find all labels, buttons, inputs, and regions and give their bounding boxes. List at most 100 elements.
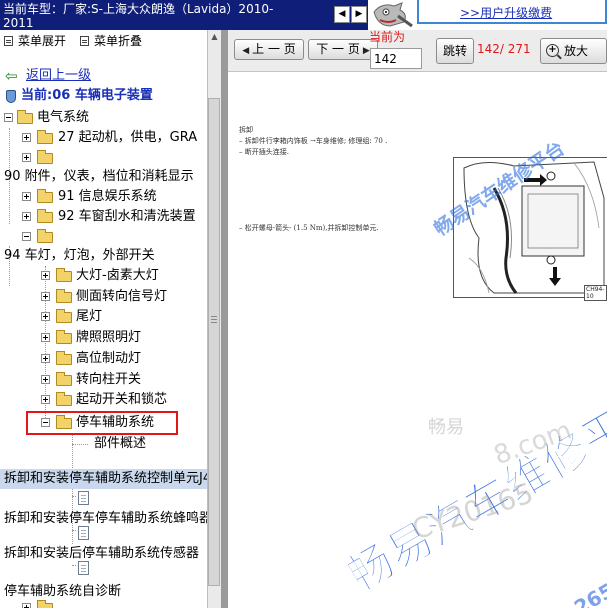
vehicle-model-label: 当前车型：厂家:S-上海大众朗逸（Lavida）2010-2011: [3, 2, 274, 30]
jump-button[interactable]: 跳转: [436, 38, 474, 64]
mascot-icon: [368, 0, 416, 30]
folder-icon: [17, 110, 33, 124]
folder-icon: [37, 189, 53, 203]
tree-prev-button[interactable]: ◀: [334, 6, 350, 23]
expand-icon[interactable]: [22, 133, 31, 142]
page-count: 142/ 271: [477, 42, 531, 56]
folder-icon: [56, 372, 72, 386]
folder-icon: [37, 209, 53, 223]
tree-item-overview[interactable]: 部件概述: [0, 434, 207, 454]
zoom-in-button[interactable]: + 放大: [540, 38, 607, 64]
expand-icon[interactable]: [41, 271, 50, 280]
doc-step-3: – 松开螺母-箭头- (1.5 Nm),并拆卸控制单元.: [239, 224, 379, 232]
tree-item-label: 牌照照明灯: [76, 330, 142, 345]
folder-icon: [56, 351, 72, 365]
zoom-in-label: 放大: [564, 44, 589, 58]
tree-item-label: 拆卸和安装停车停车辅助系统蜂鸣器: [4, 511, 207, 526]
expand-icon[interactable]: [22, 192, 31, 201]
expand-icon[interactable]: [22, 212, 31, 221]
expand-all-button[interactable]: 菜单展开: [4, 32, 66, 49]
tree-item-unnamed[interactable]: [0, 148, 207, 168]
tree-item-remove-control-unit[interactable]: 拆卸和安装停车辅助系统控制单元J446: [0, 469, 207, 489]
tree-item-label: 拆卸和安装后停车辅助系统传感器: [4, 546, 200, 561]
tree-item-side-turn-signal[interactable]: 侧面转向信号灯: [0, 287, 207, 307]
chevron-right-icon: ▶: [355, 9, 363, 19]
expand-icon[interactable]: [41, 375, 50, 384]
expand-icon[interactable]: [41, 292, 50, 301]
folder-icon: [56, 392, 72, 406]
tree-next-button[interactable]: ▶: [351, 6, 367, 23]
arrow-left-icon: ⇦: [5, 67, 18, 85]
chevron-left-icon: ◀: [338, 9, 346, 19]
folder-icon: [37, 130, 53, 144]
folder-icon: [56, 289, 72, 303]
doc-step-2: – 断开插头连接.: [239, 148, 289, 156]
expand-icon[interactable]: [41, 354, 50, 363]
collapse-icon[interactable]: [22, 232, 31, 241]
tree-item-label: 91 信息娱乐系统: [58, 189, 157, 204]
tree-item-brake-light[interactable]: 高位制动灯: [0, 349, 207, 369]
triangle-left-icon: ◀: [242, 46, 250, 56]
tree-item-tail-light[interactable]: 尾灯: [0, 307, 207, 327]
highlight-box: [26, 411, 178, 435]
triangle-right-icon: ▶: [362, 46, 370, 56]
tree-item-electrical-system[interactable]: 电气系统: [0, 108, 207, 128]
tree-toolbar: 菜单展开 菜单折叠: [0, 30, 207, 50]
expand-icon[interactable]: [41, 312, 50, 321]
page-number-input[interactable]: [370, 48, 422, 69]
tree-item-27[interactable]: 27 起动机，供电，GRA: [0, 128, 207, 148]
tree-item-partial[interactable]: [0, 598, 207, 608]
tree-item-remove-buzzer[interactable]: 拆卸和安装停车停车辅助系统蜂鸣器: [0, 509, 207, 529]
tree-item-steering-switch[interactable]: 转向柱开关: [0, 370, 207, 390]
expand-icon[interactable]: [41, 333, 50, 342]
tree-item-91[interactable]: 91 信息娱乐系统: [0, 187, 207, 207]
tree-item-label: 92 车窗刮水和清洗装置: [58, 209, 196, 224]
folder-icon: [56, 268, 72, 282]
expand-icon[interactable]: [22, 153, 31, 162]
tree-item-92[interactable]: 92 车窗刮水和清洗装置: [0, 207, 207, 227]
location-pin-icon: [6, 90, 16, 103]
document-node[interactable]: [78, 488, 94, 508]
tree-item-label: 起动开关和锁芯: [76, 392, 168, 407]
next-page-button[interactable]: 下 一 页 ▶: [308, 39, 378, 60]
doc-step-1: – 拆卸件行李箱内饰板 →车身维修; 修理组: 70 .: [239, 137, 388, 145]
scrollbar-thumb[interactable]: [208, 98, 220, 586]
zoom-in-icon: +: [546, 44, 559, 57]
collapse-all-button[interactable]: 菜单折叠: [80, 32, 142, 49]
upgrade-pay-link[interactable]: >>用户升级缴费: [460, 4, 552, 21]
doc-heading: 拆卸: [239, 126, 253, 134]
document-icon: [78, 526, 89, 540]
menu-expand-icon: [4, 36, 13, 46]
folder-icon: [56, 330, 72, 344]
document-node[interactable]: [78, 558, 94, 578]
tree-item-headlight[interactable]: 大灯-卤素大灯: [0, 266, 207, 286]
tree-item-label: 27 起动机，供电，GRA: [58, 130, 198, 145]
tree-item-94[interactable]: 94 车灯，灯泡，外部开关: [0, 246, 207, 266]
panel-divider[interactable]: [221, 30, 228, 608]
tree-item-remove-sensor[interactable]: 拆卸和安装后停车辅助系统传感器: [0, 544, 207, 564]
tree-item-label: 尾灯: [76, 309, 103, 324]
document-icon: [78, 561, 89, 575]
expand-icon[interactable]: [41, 395, 50, 404]
document-page: 拆卸 – 拆卸件行李箱内饰板 →车身维修; 修理组: 70 . – 断开插头连接…: [228, 73, 607, 608]
figure-label: CH94-10: [584, 285, 607, 301]
tree-item-unnamed[interactable]: [0, 227, 207, 247]
current-section-label: 当前:06 车辆电子装置: [21, 88, 153, 103]
document-node[interactable]: [78, 523, 94, 543]
tree-item-90[interactable]: 90 附件，仪表，档位和消耗显示: [0, 167, 207, 187]
scrollbar-grip-icon: [211, 316, 217, 323]
tree-item-ignition[interactable]: 起动开关和锁芯: [0, 390, 207, 410]
scroll-up-icon[interactable]: ▲: [209, 31, 220, 43]
back-link[interactable]: ⇦ 返回上一级: [0, 66, 207, 86]
title-bar: 当前车型：厂家:S-上海大众朗逸（Lavida）2010-2011 ◀ ▶: [0, 0, 368, 30]
watermark-text: 畅易汽车维修平台: [339, 377, 607, 602]
prev-page-button[interactable]: ◀ 上 一 页: [234, 39, 304, 60]
tree-item-plate-light[interactable]: 牌照照明灯: [0, 328, 207, 348]
tree-item-label: 大灯-卤素大灯: [76, 268, 159, 283]
collapse-icon[interactable]: [4, 113, 13, 122]
tree-line: [72, 530, 76, 531]
navigation-tree: ⇦ 返回上一级 当前:06 车辆电子装置 电气系统 27 起动机，供电，GRA …: [0, 50, 207, 608]
folder-icon: [37, 150, 53, 164]
tree-item-label: 侧面转向信号灯: [76, 289, 168, 304]
expand-icon[interactable]: [22, 603, 31, 608]
